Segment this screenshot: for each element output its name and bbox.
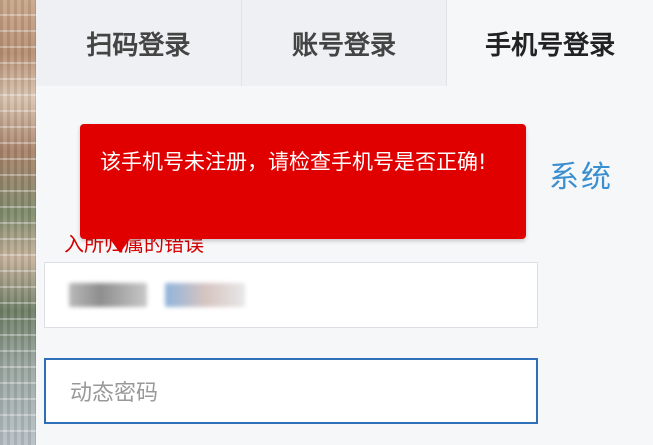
tab-phone-login[interactable]: 手机号登录 [447, 0, 653, 86]
phone-input[interactable] [44, 262, 538, 328]
tab-qr-login[interactable]: 扫码登录 [36, 0, 242, 86]
error-tooltip: 该手机号未注册，请检查手机号是否正确! [80, 124, 526, 253]
tab-account-login[interactable]: 账号登录 [241, 0, 448, 86]
login-page: 扫码登录 账号登录 手机号登录 系统 入所归属的错误 动态密码 该手机号未注册，… [0, 0, 653, 445]
password-input[interactable]: 动态密码 [44, 358, 538, 424]
background-photo [0, 0, 36, 445]
masked-phone-part-1 [69, 283, 147, 307]
masked-phone-part-2 [165, 283, 245, 307]
login-tabs: 扫码登录 账号登录 手机号登录 [36, 0, 653, 86]
